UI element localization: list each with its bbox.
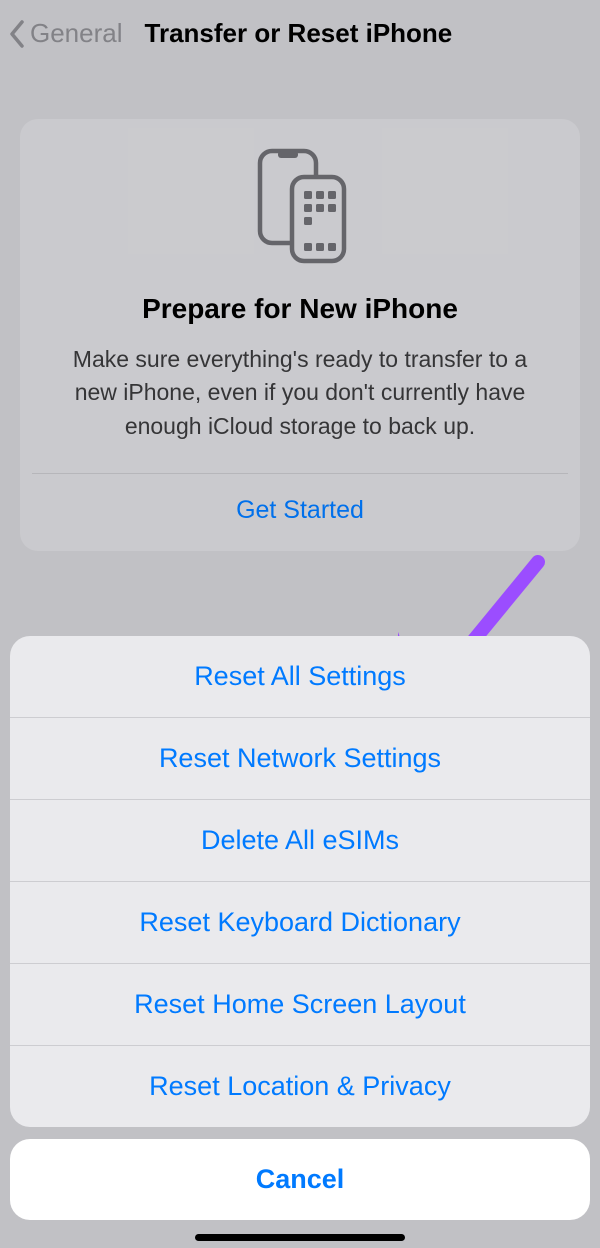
cancel-button[interactable]: Cancel: [10, 1139, 590, 1220]
reset-all-settings-option[interactable]: Reset All Settings: [10, 636, 590, 718]
reset-location-privacy-option[interactable]: Reset Location & Privacy: [10, 1046, 590, 1127]
reset-network-settings-option[interactable]: Reset Network Settings: [10, 718, 590, 800]
get-started-button[interactable]: Get Started: [20, 474, 580, 551]
action-sheet-options: Reset All Settings Reset Network Setting…: [10, 636, 590, 1127]
card-title: Prepare for New iPhone: [20, 293, 580, 325]
home-indicator[interactable]: [195, 1234, 405, 1241]
prepare-card: Prepare for New iPhone Make sure everyth…: [20, 119, 580, 551]
delete-all-esims-option[interactable]: Delete All eSIMs: [10, 800, 590, 882]
card-description: Make sure everything's ready to transfer…: [20, 343, 580, 443]
back-chevron-icon[interactable]: [8, 19, 26, 49]
reset-keyboard-dictionary-option[interactable]: Reset Keyboard Dictionary: [10, 882, 590, 964]
nav-bar: General Transfer or Reset iPhone: [0, 0, 600, 67]
reset-home-screen-layout-option[interactable]: Reset Home Screen Layout: [10, 964, 590, 1046]
back-label[interactable]: General: [30, 18, 123, 49]
two-phones-icon: [20, 147, 580, 265]
action-sheet: Reset All Settings Reset Network Setting…: [10, 636, 590, 1220]
page-title: Transfer or Reset iPhone: [145, 18, 453, 49]
